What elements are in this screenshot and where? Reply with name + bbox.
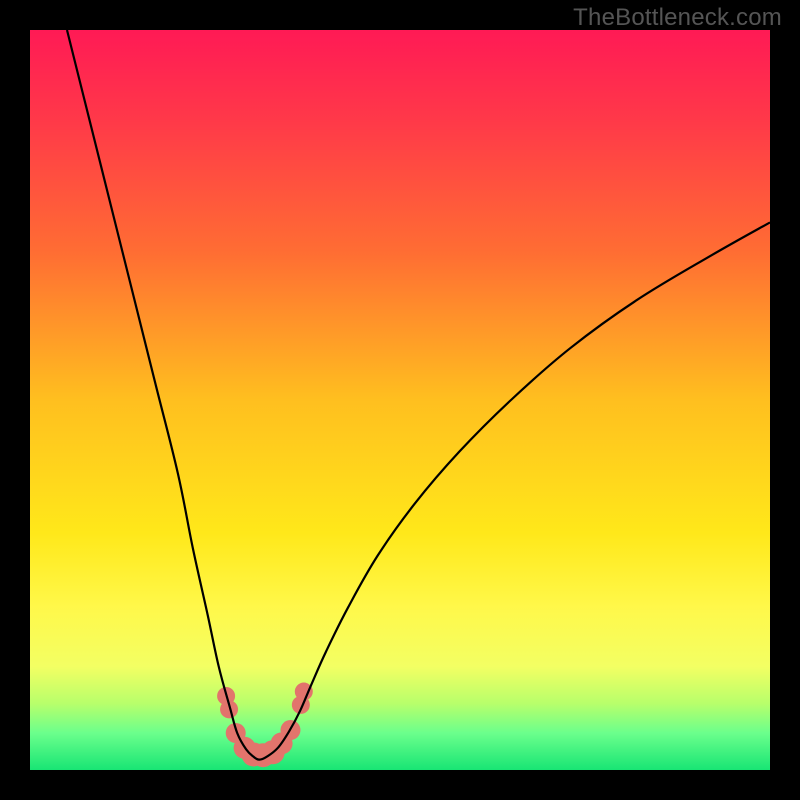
chart-frame: TheBottleneck.com <box>0 0 800 800</box>
bottleneck-chart <box>0 0 800 800</box>
plot-background <box>30 30 770 770</box>
watermark-text: TheBottleneck.com <box>573 4 782 32</box>
